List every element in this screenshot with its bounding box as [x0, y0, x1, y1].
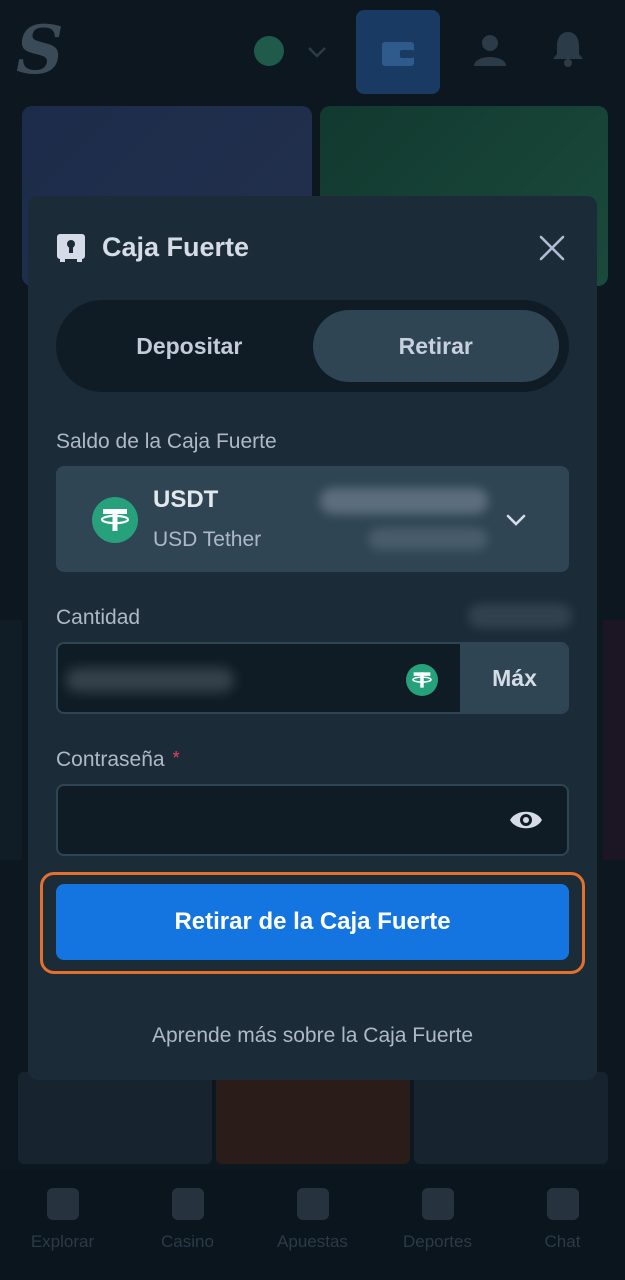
max-button[interactable]: Máx: [460, 644, 567, 712]
currency-select[interactable]: USDT USD Tether: [56, 466, 569, 572]
amount-field: Máx: [56, 642, 569, 714]
vault-modal: Caja Fuerte Depositar Retirar Saldo de l…: [28, 196, 597, 1080]
close-icon: [539, 235, 565, 261]
safe-icon: [57, 233, 85, 262]
tether-icon: [92, 497, 138, 543]
password-label: Contraseña *: [56, 748, 180, 772]
redacted-balance-fiat: [368, 528, 488, 550]
redacted-amount-value: [66, 668, 234, 692]
password-label-text: Contraseña: [56, 748, 165, 771]
tab-withdraw[interactable]: Retirar: [312, 310, 559, 382]
withdraw-from-vault-button[interactable]: Retirar de la Caja Fuerte: [56, 884, 569, 960]
redacted-balance: [320, 488, 488, 514]
currency-code: USDT: [153, 486, 219, 513]
vault-balance-label: Saldo de la Caja Fuerte: [56, 430, 277, 453]
vault-tabs: Depositar Retirar: [56, 300, 569, 392]
redacted-amount-fiat: [468, 604, 572, 628]
learn-more-link[interactable]: Aprende más sobre la Caja Fuerte: [28, 1024, 597, 1048]
password-field: [56, 784, 569, 856]
tab-deposit[interactable]: Depositar: [66, 310, 313, 382]
modal-title: Caja Fuerte: [102, 232, 250, 262]
amount-label: Cantidad: [56, 606, 141, 629]
toggle-password-visibility-button[interactable]: [508, 806, 544, 839]
required-mark: *: [172, 748, 180, 768]
currency-name: USD Tether: [153, 528, 262, 551]
tether-icon: [406, 664, 438, 696]
eye-icon: [510, 811, 542, 829]
close-button[interactable]: [536, 232, 568, 264]
password-input[interactable]: [58, 786, 498, 854]
chevron-down-icon: [506, 514, 526, 526]
modal-header: Caja Fuerte: [56, 232, 249, 263]
